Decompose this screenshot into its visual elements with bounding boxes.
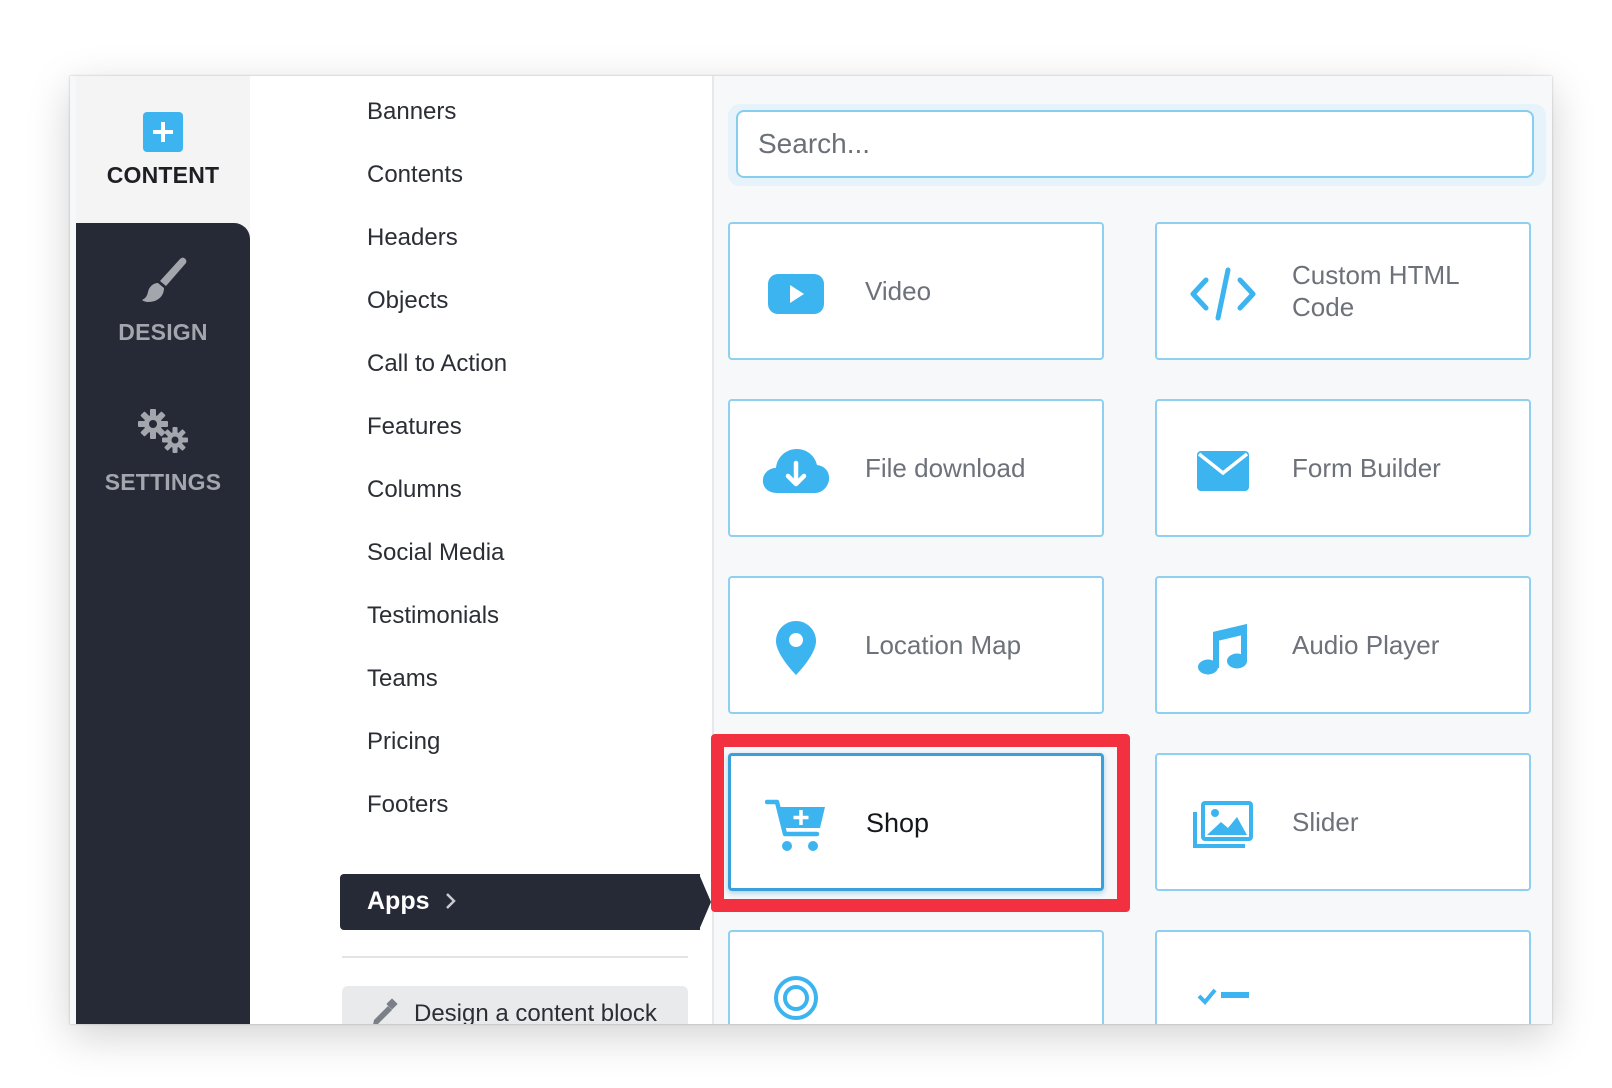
gears-icon — [138, 409, 188, 453]
menu-item-teams[interactable]: Teams — [367, 665, 438, 693]
menu-item-objects[interactable]: Objects — [367, 287, 448, 315]
target-icon — [760, 968, 832, 1024]
app-card-partial-left[interactable] — [728, 930, 1104, 1024]
menu-item-testimonials[interactable]: Testimonials — [367, 602, 499, 630]
rail-settings-tab[interactable]: SETTINGS — [76, 406, 250, 496]
rail-design-label: DESIGN — [118, 319, 208, 345]
cloud-download-icon — [760, 441, 832, 501]
app-card-location-map[interactable]: Location Map — [728, 576, 1104, 714]
pencil-ruler-icon — [373, 998, 398, 1024]
panel-separator — [712, 76, 714, 1024]
cart-plus-icon — [761, 796, 833, 856]
app-card-label: Shop — [866, 808, 930, 838]
search-container — [728, 104, 1546, 186]
menu-item-footers[interactable]: Footers — [367, 791, 448, 819]
category-menu: Banners Contents Headers Objects Call to… — [250, 76, 712, 1024]
app-card-file-download[interactable]: File download — [728, 399, 1104, 537]
app-card-label: Custom HTML Code — [1292, 260, 1459, 322]
app-card-label: Location Map — [865, 630, 1022, 660]
rail-content-label: CONTENT — [106, 162, 220, 188]
checklist-icon — [1187, 970, 1259, 1024]
app-card-partial-right[interactable] — [1155, 930, 1531, 1024]
app-card-video[interactable]: Video — [728, 222, 1104, 360]
map-pin-icon — [760, 618, 832, 678]
design-content-block-button[interactable]: Design a content block — [342, 986, 688, 1024]
app-card-audio-player[interactable]: Audio Player — [1155, 576, 1531, 714]
menu-item-social-media[interactable]: Social Media — [367, 539, 504, 567]
music-note-icon — [1187, 618, 1259, 678]
images-icon — [1187, 795, 1259, 855]
app-card-slider[interactable]: Slider — [1155, 753, 1531, 891]
envelope-icon — [1187, 441, 1259, 501]
editor-window: CONTENT DESIGN SETTINGS Banners Contents… — [70, 76, 1552, 1024]
menu-item-pricing[interactable]: Pricing — [367, 728, 440, 756]
menu-item-columns[interactable]: Columns — [367, 476, 462, 504]
menu-item-apps-label: Apps — [367, 887, 430, 915]
code-icon — [1187, 264, 1259, 324]
plus-icon — [143, 112, 183, 152]
paintbrush-icon — [142, 257, 187, 302]
menu-item-banners[interactable]: Banners — [367, 98, 456, 126]
app-card-label: File download — [865, 453, 1026, 483]
menu-item-headers[interactable]: Headers — [367, 224, 458, 252]
app-card-custom-html[interactable]: Custom HTML Code — [1155, 222, 1531, 360]
rail-content-tab[interactable]: CONTENT — [76, 112, 250, 189]
app-card-form-builder[interactable]: Form Builder — [1155, 399, 1531, 537]
app-card-label: Form Builder — [1292, 453, 1441, 483]
menu-divider — [342, 956, 688, 958]
app-card-shop[interactable]: Shop — [728, 753, 1104, 891]
app-card-label: Slider — [1292, 807, 1359, 837]
design-content-block-label: Design a content block — [414, 1000, 657, 1024]
menu-active-arrow — [699, 874, 711, 930]
menu-item-features[interactable]: Features — [367, 413, 462, 441]
menu-item-contents[interactable]: Contents — [367, 161, 463, 189]
chevron-right-icon — [446, 893, 456, 909]
menu-item-apps[interactable]: Apps — [340, 874, 700, 930]
app-card-label: Audio Player — [1292, 630, 1440, 660]
app-card-label: Video — [865, 276, 932, 306]
video-icon — [760, 264, 832, 324]
menu-item-call-to-action[interactable]: Call to Action — [367, 350, 507, 378]
search-input[interactable] — [736, 110, 1534, 178]
rail-design-tab[interactable]: DESIGN — [76, 256, 250, 346]
rail-settings-label: SETTINGS — [104, 469, 222, 495]
